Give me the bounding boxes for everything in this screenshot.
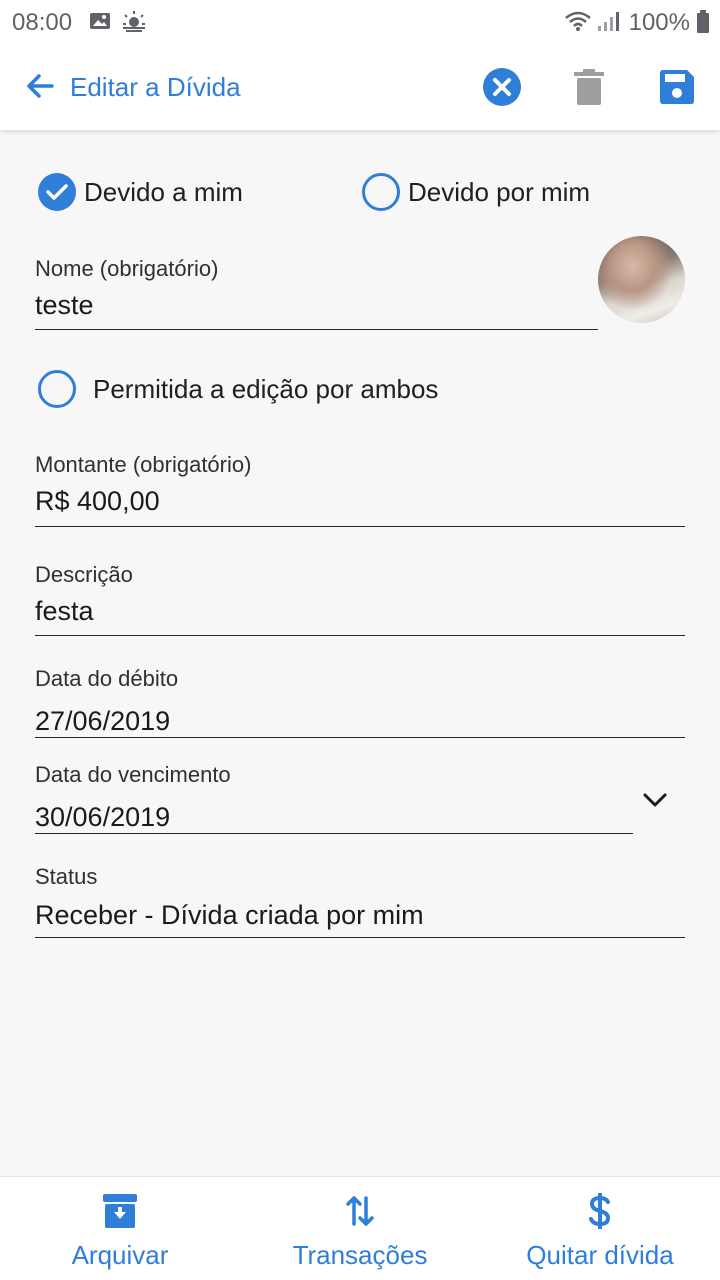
trash-icon [574,69,604,105]
amount-label: Montante (obrigatório) [35,452,252,477]
debit-date-label: Data do débito [35,666,179,691]
status-underline [35,937,685,938]
amount-field[interactable]: Montante (obrigatório) R$ 400,00 [35,452,685,528]
name-underline [35,329,598,330]
battery-icon [696,10,710,39]
radio-owed-to-me-label: Devido a mim [84,176,243,207]
dollar-icon [580,1191,620,1231]
shared-edit-toggle[interactable]: Permitida a edição por ambos [38,370,438,408]
due-date-underline [35,833,633,834]
swap-vertical-icon [340,1191,380,1231]
due-date-field[interactable]: Data do vencimento 30/06/2019 [35,762,633,836]
description-label: Descrição [35,562,133,587]
due-date-input[interactable]: 30/06/2019 [35,802,633,833]
archive-label: Arquivar [71,1240,169,1270]
description-underline [35,635,685,636]
back-arrow-icon[interactable] [22,68,58,104]
radio-unchecked-icon [362,173,400,211]
transactions-label: Transações [292,1240,428,1270]
status-field[interactable]: Status Receber - Dívida criada por mim [35,864,685,940]
transactions-button[interactable]: Transações [240,1177,480,1280]
status-time: 08:00 [12,9,73,36]
debit-date-field[interactable]: Data do débito 27/06/2019 [35,666,685,740]
name-input[interactable]: teste [35,290,598,321]
status-bar: 08:00 100% [0,0,720,44]
due-date-label: Data do vencimento [35,762,231,787]
name-label: Nome (obrigatório) [35,256,219,281]
bottom-nav: Arquivar Transações Quitar dívida [0,1176,720,1280]
radio-owed-by-me-label: Devido por mim [408,176,591,207]
settle-debt-label: Quitar dívida [526,1240,674,1270]
debit-date-underline [35,737,685,738]
chevron-down-icon[interactable] [642,790,668,810]
status-label: Status [35,864,98,889]
debit-date-input[interactable]: 27/06/2019 [35,706,685,737]
archive-icon [100,1191,140,1231]
archive-button[interactable]: Arquivar [0,1177,240,1280]
contact-photo[interactable] [598,236,685,323]
amount-input[interactable]: R$ 400,00 [35,486,685,517]
radio-owed-to-me[interactable]: Devido a mim [38,173,243,211]
description-input[interactable]: festa [35,596,685,627]
name-field[interactable]: Nome (obrigatório) teste [35,256,598,332]
image-notification-icon [89,10,111,37]
shared-edit-label: Permitida a edição por ambos [93,373,439,404]
app-bar: Editar a Dívida [0,44,720,130]
page-title: Editar a Dívida [70,72,241,102]
wifi-icon [564,10,592,37]
close-circle-icon [483,68,521,106]
status-value[interactable]: Receber - Dívida criada por mim [35,900,685,931]
battery-percent: 100% [628,9,690,36]
radio-owed-by-me[interactable]: Devido por mim [362,173,590,211]
description-field[interactable]: Descrição festa [35,562,685,638]
delete-button[interactable] [564,62,614,112]
weather-icon [122,10,146,37]
save-button[interactable] [652,62,702,112]
floppy-disk-icon [660,70,694,104]
settle-debt-button[interactable]: Quitar dívida [480,1177,720,1280]
cancel-button[interactable] [477,62,527,112]
radio-unchecked-icon [38,370,76,408]
check-circle-icon [38,173,76,211]
amount-underline [35,526,685,527]
signal-icon [596,10,620,37]
